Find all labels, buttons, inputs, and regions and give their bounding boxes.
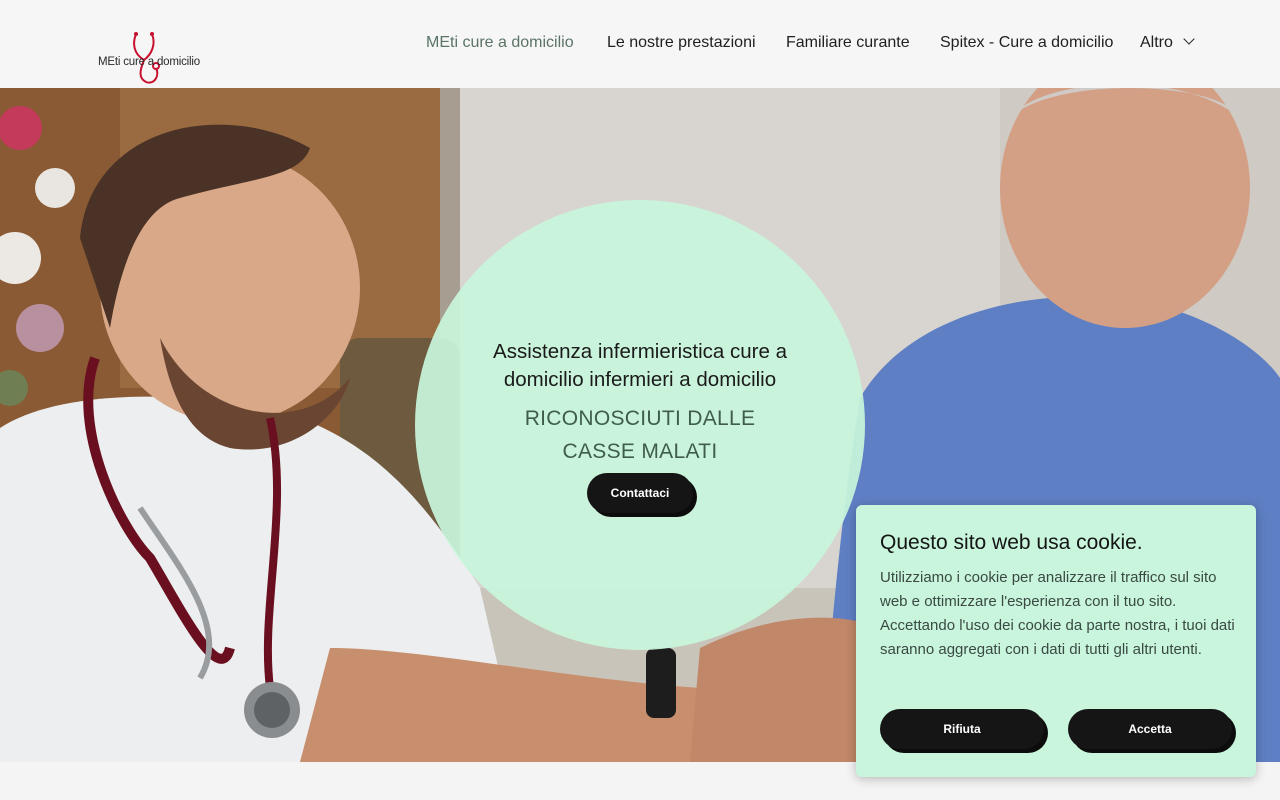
- reject-cookies-button[interactable]: Rifiuta: [880, 709, 1044, 749]
- nav-item-label: Familiare curante: [786, 34, 910, 51]
- nav-item-spitex[interactable]: Spitex - Cure a domicilio: [940, 34, 1113, 52]
- cookie-title: Questo sito web usa cookie.: [880, 531, 1143, 554]
- site-logo[interactable]: MEti cure a domicilio: [96, 30, 216, 88]
- site-header: MEti cure a domicilio MEti cure a domici…: [0, 0, 1280, 88]
- accept-cookies-button[interactable]: Accetta: [1068, 709, 1232, 749]
- cookie-banner: Questo sito web usa cookie. Utilizziamo …: [856, 505, 1256, 777]
- nav-item-label: Le nostre prestazioni: [607, 34, 756, 51]
- hero-title: Assistenza infermieristica cure a domici…: [493, 340, 787, 391]
- nav-item-label: Altro: [1140, 34, 1173, 51]
- chevron-down-icon: [1183, 33, 1196, 45]
- nav-item-altro[interactable]: Altro: [1140, 33, 1196, 52]
- hero-subtitle: RICONOSCIUTI DALLE CASSE MALATI: [524, 407, 756, 463]
- nav-item-home[interactable]: MEti cure a domicilio: [426, 34, 574, 52]
- nav-item-prestazioni[interactable]: Le nostre prestazioni: [607, 34, 756, 52]
- cookie-text: Utilizziamo i cookie per analizzare il t…: [880, 569, 1235, 658]
- nav-item-label: Spitex - Cure a domicilio: [940, 34, 1114, 51]
- contact-button[interactable]: Contattaci: [587, 473, 693, 513]
- nav-item-label: MEti cure a domicilio: [426, 34, 574, 51]
- logo-text: MEti cure a domicilio: [98, 56, 200, 68]
- nav-item-familiare[interactable]: Familiare curante: [786, 34, 910, 52]
